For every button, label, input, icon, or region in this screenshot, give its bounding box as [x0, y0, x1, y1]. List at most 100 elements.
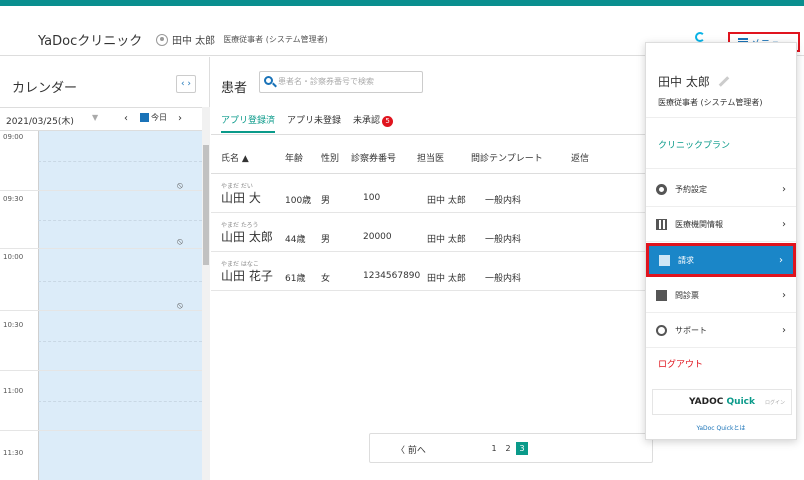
user-menu-dropdown: 田中 太郎 医療従事者 (システム管理者) クリニックプラン 予約設定 › 医療…: [645, 42, 797, 440]
menu-item-label: 問診票: [675, 291, 699, 300]
hospital-icon: [656, 219, 667, 230]
logo-main-text: YADOC: [689, 397, 724, 407]
tab-unapproved[interactable]: 未承認 5: [353, 113, 394, 133]
menu-item-questionnaire[interactable]: 問診票 ›: [646, 279, 796, 313]
blocked-icon[interactable]: ⦸: [177, 237, 183, 247]
menu-item-label: 医療機関情報: [675, 220, 723, 229]
calendar-date[interactable]: 2021/03/25(木): [6, 114, 74, 127]
page-2-button[interactable]: 2: [502, 442, 514, 455]
calendar-date-bar: 2021/03/25(木) ▼ ‹ 今日 ›: [0, 107, 210, 131]
logo-login-text: ログイン: [764, 400, 785, 406]
calendar-title: カレンダー: [12, 81, 78, 96]
column-header-template: 問診テンプレート: [471, 154, 543, 164]
table-header: 氏名 ▲ 年齢 性別 診察券番号 担当医 問診テンプレート 返信: [211, 134, 651, 174]
patients-title: 患者: [221, 81, 248, 96]
patient-card-number: 20000: [363, 232, 392, 242]
form-icon: [656, 290, 667, 301]
app-title[interactable]: YaDocクリニック: [38, 30, 142, 49]
patient-name: 山田 大: [221, 191, 261, 205]
patient-doctor: 田中 太郎: [427, 235, 466, 245]
menu-item-billing[interactable]: 請求 ›: [646, 243, 796, 277]
today-button[interactable]: 今日: [140, 112, 167, 123]
scrollbar-thumb[interactable]: [203, 145, 209, 265]
patient-template: 一般内科: [485, 274, 522, 284]
user-name: 田中 太郎: [172, 36, 216, 47]
page-1-button[interactable]: 1: [488, 442, 500, 455]
refresh-icon[interactable]: [695, 32, 705, 42]
tab-registered[interactable]: アプリ登録済: [221, 113, 276, 133]
slot-cell[interactable]: [38, 431, 202, 480]
half-hour-line: [38, 341, 202, 342]
column-header-doctor: 担当医: [417, 154, 445, 164]
half-hour-line: [38, 161, 202, 162]
today-label: 今日: [151, 113, 167, 122]
time-label: 10:30: [3, 321, 24, 329]
prev-day-button[interactable]: ‹: [124, 113, 128, 124]
billing-icon: [659, 254, 670, 266]
calendar-toggle-button[interactable]: ‹ ›: [176, 75, 196, 93]
patient-doctor: 田中 太郎: [427, 196, 466, 206]
logo-quick-text: Quick: [726, 397, 755, 407]
chevron-right-icon: ›: [782, 290, 786, 301]
menu-item-label: サポート: [675, 326, 707, 335]
chevron-right-icon: ›: [782, 219, 786, 230]
support-icon: [656, 325, 667, 336]
app-window: YaDocクリニック 田中 太郎 医療従事者 (システム管理者) メニュー カレ…: [0, 0, 804, 480]
patient-template: 一般内科: [485, 196, 522, 206]
column-header-reply: 返信: [571, 154, 590, 164]
calendar-icon: [140, 113, 149, 122]
patient-age: 44歳: [285, 235, 306, 245]
logout-link[interactable]: ログアウト: [658, 357, 703, 370]
blocked-icon[interactable]: ⦸: [177, 301, 183, 311]
patient-name: 山田 花子: [221, 269, 273, 283]
dropdown-arrow-icon[interactable]: ▼: [92, 113, 98, 122]
next-day-button[interactable]: ›: [178, 113, 182, 124]
page-3-button[interactable]: 3: [516, 442, 528, 455]
user-icon: [156, 33, 168, 46]
patient-card-number: 100: [363, 193, 381, 203]
unapproved-count-badge: 5: [382, 116, 394, 127]
time-label: 11:30: [3, 449, 24, 457]
calendar-scrollbar[interactable]: [202, 107, 210, 480]
half-hour-line: [38, 220, 202, 221]
column-header-sex: 性別: [321, 154, 340, 164]
tab-unregistered[interactable]: アプリ未登録: [287, 113, 341, 133]
patient-name: 山田 太郎: [221, 230, 273, 244]
patient-tabs: アプリ登録済 アプリ未登録 未承認 5: [221, 113, 641, 133]
patient-sex: 男: [321, 235, 331, 245]
half-hour-line: [38, 401, 202, 402]
edit-pencil-icon[interactable]: [718, 76, 730, 87]
table-row[interactable]: やまだ だい 山田 大 100歳 男 100 田中 太郎 一般内科: [211, 175, 651, 213]
table-row[interactable]: やまだ はなこ 山田 花子 61歳 女 1234567890 田中 太郎 一般内…: [211, 253, 651, 291]
chevron-right-icon: ›: [779, 254, 783, 266]
menu-plan-link[interactable]: クリニックプラン: [646, 117, 796, 169]
table-row[interactable]: やまだ たろう 山田 太郎 44歳 男 20000 田中 太郎 一般内科: [211, 214, 651, 252]
gear-icon: [656, 184, 667, 195]
chevron-right-icon: ›: [782, 184, 786, 195]
patient-sex: 男: [321, 196, 331, 206]
menu-item-reservation-settings[interactable]: 予約設定 ›: [646, 173, 796, 207]
menu-item-support[interactable]: サポート ›: [646, 314, 796, 348]
time-label: 11:00: [3, 387, 24, 395]
prev-page-button[interactable]: 〈 前へ: [396, 443, 426, 456]
column-header-name[interactable]: 氏名 ▲: [221, 151, 249, 164]
pagination: 〈 前へ 1 2 3: [369, 433, 653, 463]
menu-item-institution-info[interactable]: 医療機関情報 ›: [646, 208, 796, 242]
yadoc-quick-login-button[interactable]: YADOC Quick ログイン: [652, 389, 792, 415]
patient-sex: 女: [321, 274, 331, 284]
time-slot[interactable]: 11:30: [0, 431, 202, 480]
patient-doctor: 田中 太郎: [427, 274, 466, 284]
user-role: 医療従事者 (システム管理者): [223, 35, 328, 44]
menu-item-label: 予約設定: [675, 185, 707, 194]
chevron-right-icon: ›: [782, 325, 786, 336]
menu-user-name: 田中 太郎: [658, 73, 730, 90]
patient-template: 一般内科: [485, 235, 522, 245]
user-area: 田中 太郎 医療従事者 (システム管理者): [156, 32, 328, 47]
time-slot[interactable]: 10:00 ⦸: [0, 249, 202, 311]
patient-search-input[interactable]: 患者名・診察券番号で検索: [259, 71, 423, 93]
about-yadoc-quick-link[interactable]: YaDoc Quickとは: [646, 423, 796, 432]
time-label: 10:00: [3, 253, 24, 261]
menu-user-role: 医療従事者 (システム管理者): [658, 98, 763, 107]
column-header-card: 診察券番号: [351, 154, 397, 164]
blocked-icon[interactable]: ⦸: [177, 181, 183, 191]
